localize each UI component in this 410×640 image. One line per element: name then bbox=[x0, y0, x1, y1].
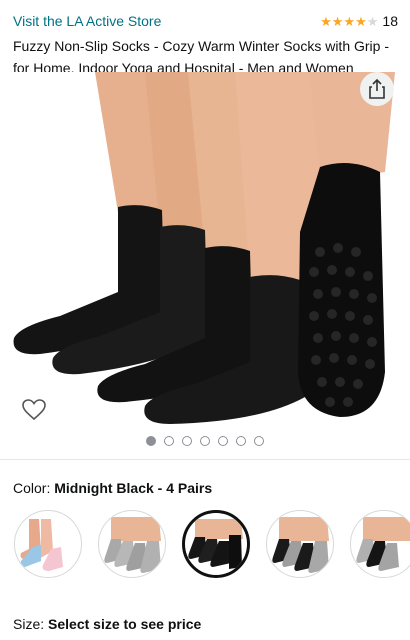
share-icon bbox=[369, 79, 385, 99]
carousel-dot[interactable] bbox=[236, 436, 246, 446]
star-icon: ★ bbox=[331, 13, 344, 29]
swatch-grey[interactable] bbox=[98, 510, 166, 578]
size-label: Size: bbox=[13, 616, 49, 632]
carousel-dot[interactable] bbox=[164, 436, 174, 446]
carousel-dot[interactable] bbox=[200, 436, 210, 446]
rating-count[interactable]: 18 bbox=[382, 13, 398, 29]
star-icon: ★ bbox=[355, 13, 367, 29]
color-swatches bbox=[0, 510, 410, 582]
divider bbox=[0, 459, 410, 460]
store-link[interactable]: Visit the LA Active Store bbox=[13, 13, 161, 29]
heart-icon bbox=[22, 399, 46, 421]
swatch-grey-black[interactable] bbox=[350, 510, 410, 578]
swatch-light-blue-pink[interactable] bbox=[14, 510, 82, 578]
favorite-button[interactable] bbox=[20, 397, 48, 423]
rating-stars: ★ ★ ★ ★ ★ bbox=[320, 15, 378, 28]
carousel-dot[interactable] bbox=[254, 436, 264, 446]
color-value: Midnight Black - 4 Pairs bbox=[54, 480, 213, 496]
star-icon: ★ bbox=[343, 13, 356, 29]
color-selector-label: Color: Midnight Black - 4 Pairs bbox=[13, 480, 212, 496]
swatch-black-grey[interactable] bbox=[266, 510, 334, 578]
product-image[interactable] bbox=[0, 72, 410, 424]
size-value: Select size to see price bbox=[48, 616, 202, 632]
carousel-dots bbox=[0, 436, 410, 448]
socks-illustration bbox=[13, 72, 395, 424]
rating[interactable]: ★ ★ ★ ★ ★ 18 bbox=[320, 13, 398, 29]
carousel-dot[interactable] bbox=[218, 436, 228, 446]
carousel-dot[interactable] bbox=[182, 436, 192, 446]
color-label: Color: bbox=[13, 480, 55, 496]
size-selector-label[interactable]: Size: Select size to see price bbox=[13, 616, 201, 632]
carousel-dot[interactable] bbox=[146, 436, 156, 446]
share-button[interactable] bbox=[360, 72, 394, 106]
store-row: Visit the LA Active Store ★ ★ ★ ★ ★ 18 bbox=[13, 11, 398, 31]
star-icon: ★ bbox=[320, 13, 332, 29]
swatch-midnight-black[interactable] bbox=[182, 510, 250, 578]
star-empty-icon: ★ bbox=[366, 13, 379, 29]
